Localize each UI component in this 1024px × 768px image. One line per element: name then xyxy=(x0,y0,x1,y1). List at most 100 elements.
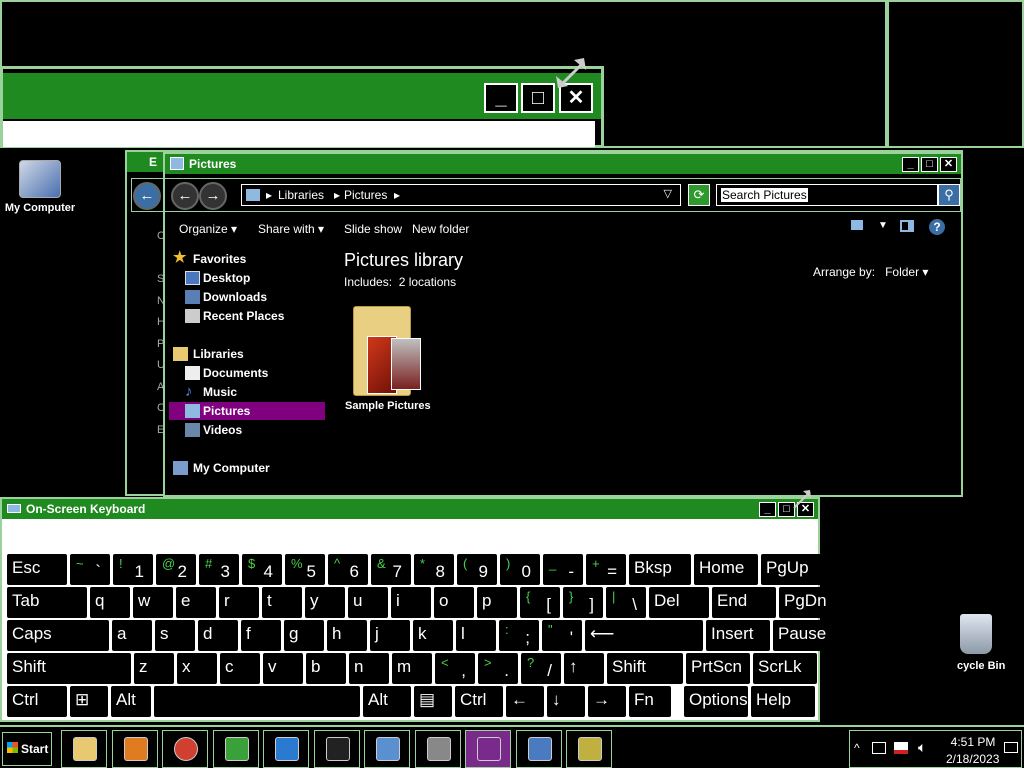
help-icon[interactable]: ? xyxy=(929,219,945,235)
minimize-button[interactable]: _ xyxy=(759,502,776,517)
key-[interactable]: ⊞ xyxy=(70,686,108,717)
action-center-icon[interactable] xyxy=(894,742,908,754)
explorer-window[interactable]: Pictures _ □ ✕ ← ← → ▸ Libraries ▸ Pictu… xyxy=(131,152,963,497)
key-pgup[interactable]: PgUp xyxy=(761,554,825,585)
key-s[interactable]: s xyxy=(155,620,195,651)
desktop-icon-recycle-bin[interactable]: cycle Bin xyxy=(945,614,1024,672)
key-a[interactable]: a xyxy=(112,620,152,651)
key-y[interactable]: y xyxy=(305,587,345,618)
key-space[interactable] xyxy=(154,686,360,717)
key-[interactable]: ↑ xyxy=(564,653,604,684)
key-shift[interactable]: Shift xyxy=(607,653,683,684)
taskbar-media-player[interactable] xyxy=(111,730,158,768)
key-home[interactable]: Home xyxy=(694,554,758,585)
chevron-up-icon[interactable]: ^ xyxy=(854,741,860,755)
key-[interactable]: → xyxy=(588,686,626,717)
search-input[interactable]: Search Pictures xyxy=(716,184,938,206)
key-[interactable]: + = xyxy=(586,554,626,585)
key-[interactable]: | \ xyxy=(606,587,646,618)
key-shift[interactable]: Shift xyxy=(7,653,131,684)
key-pause[interactable]: Pause xyxy=(773,620,837,651)
key-i[interactable]: i xyxy=(391,587,431,618)
key-[interactable]: {[ xyxy=(520,587,560,618)
taskbar-control-panel[interactable] xyxy=(364,730,410,768)
key-[interactable]: ← xyxy=(506,686,544,717)
key-2[interactable]: @2 xyxy=(156,554,196,585)
preview-pane-icon[interactable] xyxy=(900,220,914,232)
key-ctrl[interactable]: Ctrl xyxy=(7,686,67,717)
key-pgdn[interactable]: PgDn xyxy=(779,587,843,618)
view-icon[interactable] xyxy=(851,220,863,230)
key-options[interactable]: Options xyxy=(684,686,748,717)
key-1[interactable]: ! 1 xyxy=(113,554,153,585)
key-[interactable]: ? / xyxy=(521,653,561,684)
key-q[interactable]: q xyxy=(90,587,130,618)
taskbar-command-prompt[interactable] xyxy=(313,730,360,768)
key-del[interactable]: Del xyxy=(649,587,709,618)
breadcrumb-libraries[interactable]: Libraries xyxy=(278,185,324,205)
nav-favorites[interactable]: ★ Favorites xyxy=(169,249,325,268)
resizing-window-outline[interactable]: _ □ ✕ xyxy=(0,66,604,148)
key-u[interactable]: u xyxy=(348,587,388,618)
key-c[interactable]: c xyxy=(220,653,260,684)
title-bar[interactable]: Pictures _ □ ✕ xyxy=(165,154,961,174)
minimize-icon[interactable]: _ xyxy=(484,83,518,113)
key-w[interactable]: w xyxy=(133,587,173,618)
key-j[interactable]: j xyxy=(370,620,410,651)
organize-button[interactable]: Organize ▾ xyxy=(179,222,237,236)
key-[interactable]: _ - xyxy=(543,554,583,585)
clock-time[interactable]: 4:51 PM xyxy=(950,735,996,749)
nav-libraries[interactable]: Libraries xyxy=(169,345,325,363)
key-d[interactable]: d xyxy=(198,620,238,651)
nav-documents[interactable]: Documents xyxy=(169,364,325,382)
close-button[interactable]: ✕ xyxy=(940,157,957,172)
key-4[interactable]: $4 xyxy=(242,554,282,585)
key-6[interactable]: ^ 6 xyxy=(328,554,368,585)
key-[interactable]: " ' xyxy=(542,620,582,651)
key-n[interactable]: n xyxy=(349,653,389,684)
key-f[interactable]: f xyxy=(241,620,281,651)
nav-my-computer[interactable]: My Computer xyxy=(169,459,325,477)
taskbar-remote-desktop[interactable] xyxy=(465,730,511,768)
key-x[interactable]: x xyxy=(177,653,217,684)
taskbar-microphone[interactable] xyxy=(414,730,461,768)
nav-pictures[interactable]: Pictures xyxy=(169,402,325,420)
taskbar-internet-explorer[interactable] xyxy=(263,730,309,768)
key-[interactable]: <, xyxy=(435,653,475,684)
nav-downloads[interactable]: Downloads xyxy=(169,288,325,306)
key-[interactable]: ↓ xyxy=(547,686,585,717)
key-bksp[interactable]: Bksp xyxy=(629,554,691,585)
key-p[interactable]: p xyxy=(477,587,517,618)
clock-date[interactable]: 2/18/2023 xyxy=(946,752,999,766)
key-caps[interactable]: Caps xyxy=(7,620,109,651)
start-button[interactable]: Start xyxy=(2,732,52,766)
key-k[interactable]: k xyxy=(413,620,453,651)
back-button[interactable]: ← xyxy=(133,182,161,210)
forward-button[interactable]: → xyxy=(199,182,227,210)
key-t[interactable]: t xyxy=(262,587,302,618)
arrange-by-dropdown[interactable]: Folder xyxy=(885,265,919,279)
title-bar[interactable]: On-Screen Keyboard _ □ ✕ xyxy=(2,499,818,519)
refresh-icon[interactable]: ⟳ xyxy=(688,184,710,206)
chevron-down-icon[interactable]: ▽ xyxy=(664,184,672,204)
search-icon[interactable]: ⚲ xyxy=(938,184,960,206)
key-g[interactable]: g xyxy=(284,620,324,651)
nav-videos[interactable]: Videos xyxy=(169,421,325,439)
key-end[interactable]: End xyxy=(712,587,776,618)
key-help[interactable]: Help xyxy=(751,686,815,717)
key-7[interactable]: & 7 xyxy=(371,554,411,585)
network-icon[interactable] xyxy=(872,742,886,754)
on-screen-keyboard-window[interactable]: On-Screen Keyboard _ □ ✕ Esc ~ `! 1 @2 #3 $4% 5… xyxy=(0,497,843,722)
taskbar-help-balloon[interactable] xyxy=(566,730,612,768)
taskbar-network[interactable] xyxy=(515,730,562,768)
key-ctrl[interactable]: Ctrl xyxy=(455,686,503,717)
key-e[interactable]: e xyxy=(176,587,216,618)
key-[interactable]: ▤ xyxy=(414,686,452,717)
key-3[interactable]: #3 xyxy=(199,554,239,585)
key-prtscn[interactable]: PrtScn xyxy=(686,653,750,684)
new-folder-button[interactable]: New folder xyxy=(412,222,469,236)
key-h[interactable]: h xyxy=(327,620,367,651)
key-[interactable]: ~ ` xyxy=(70,554,110,585)
key-[interactable]: >. xyxy=(478,653,518,684)
key-insert[interactable]: Insert xyxy=(706,620,770,651)
